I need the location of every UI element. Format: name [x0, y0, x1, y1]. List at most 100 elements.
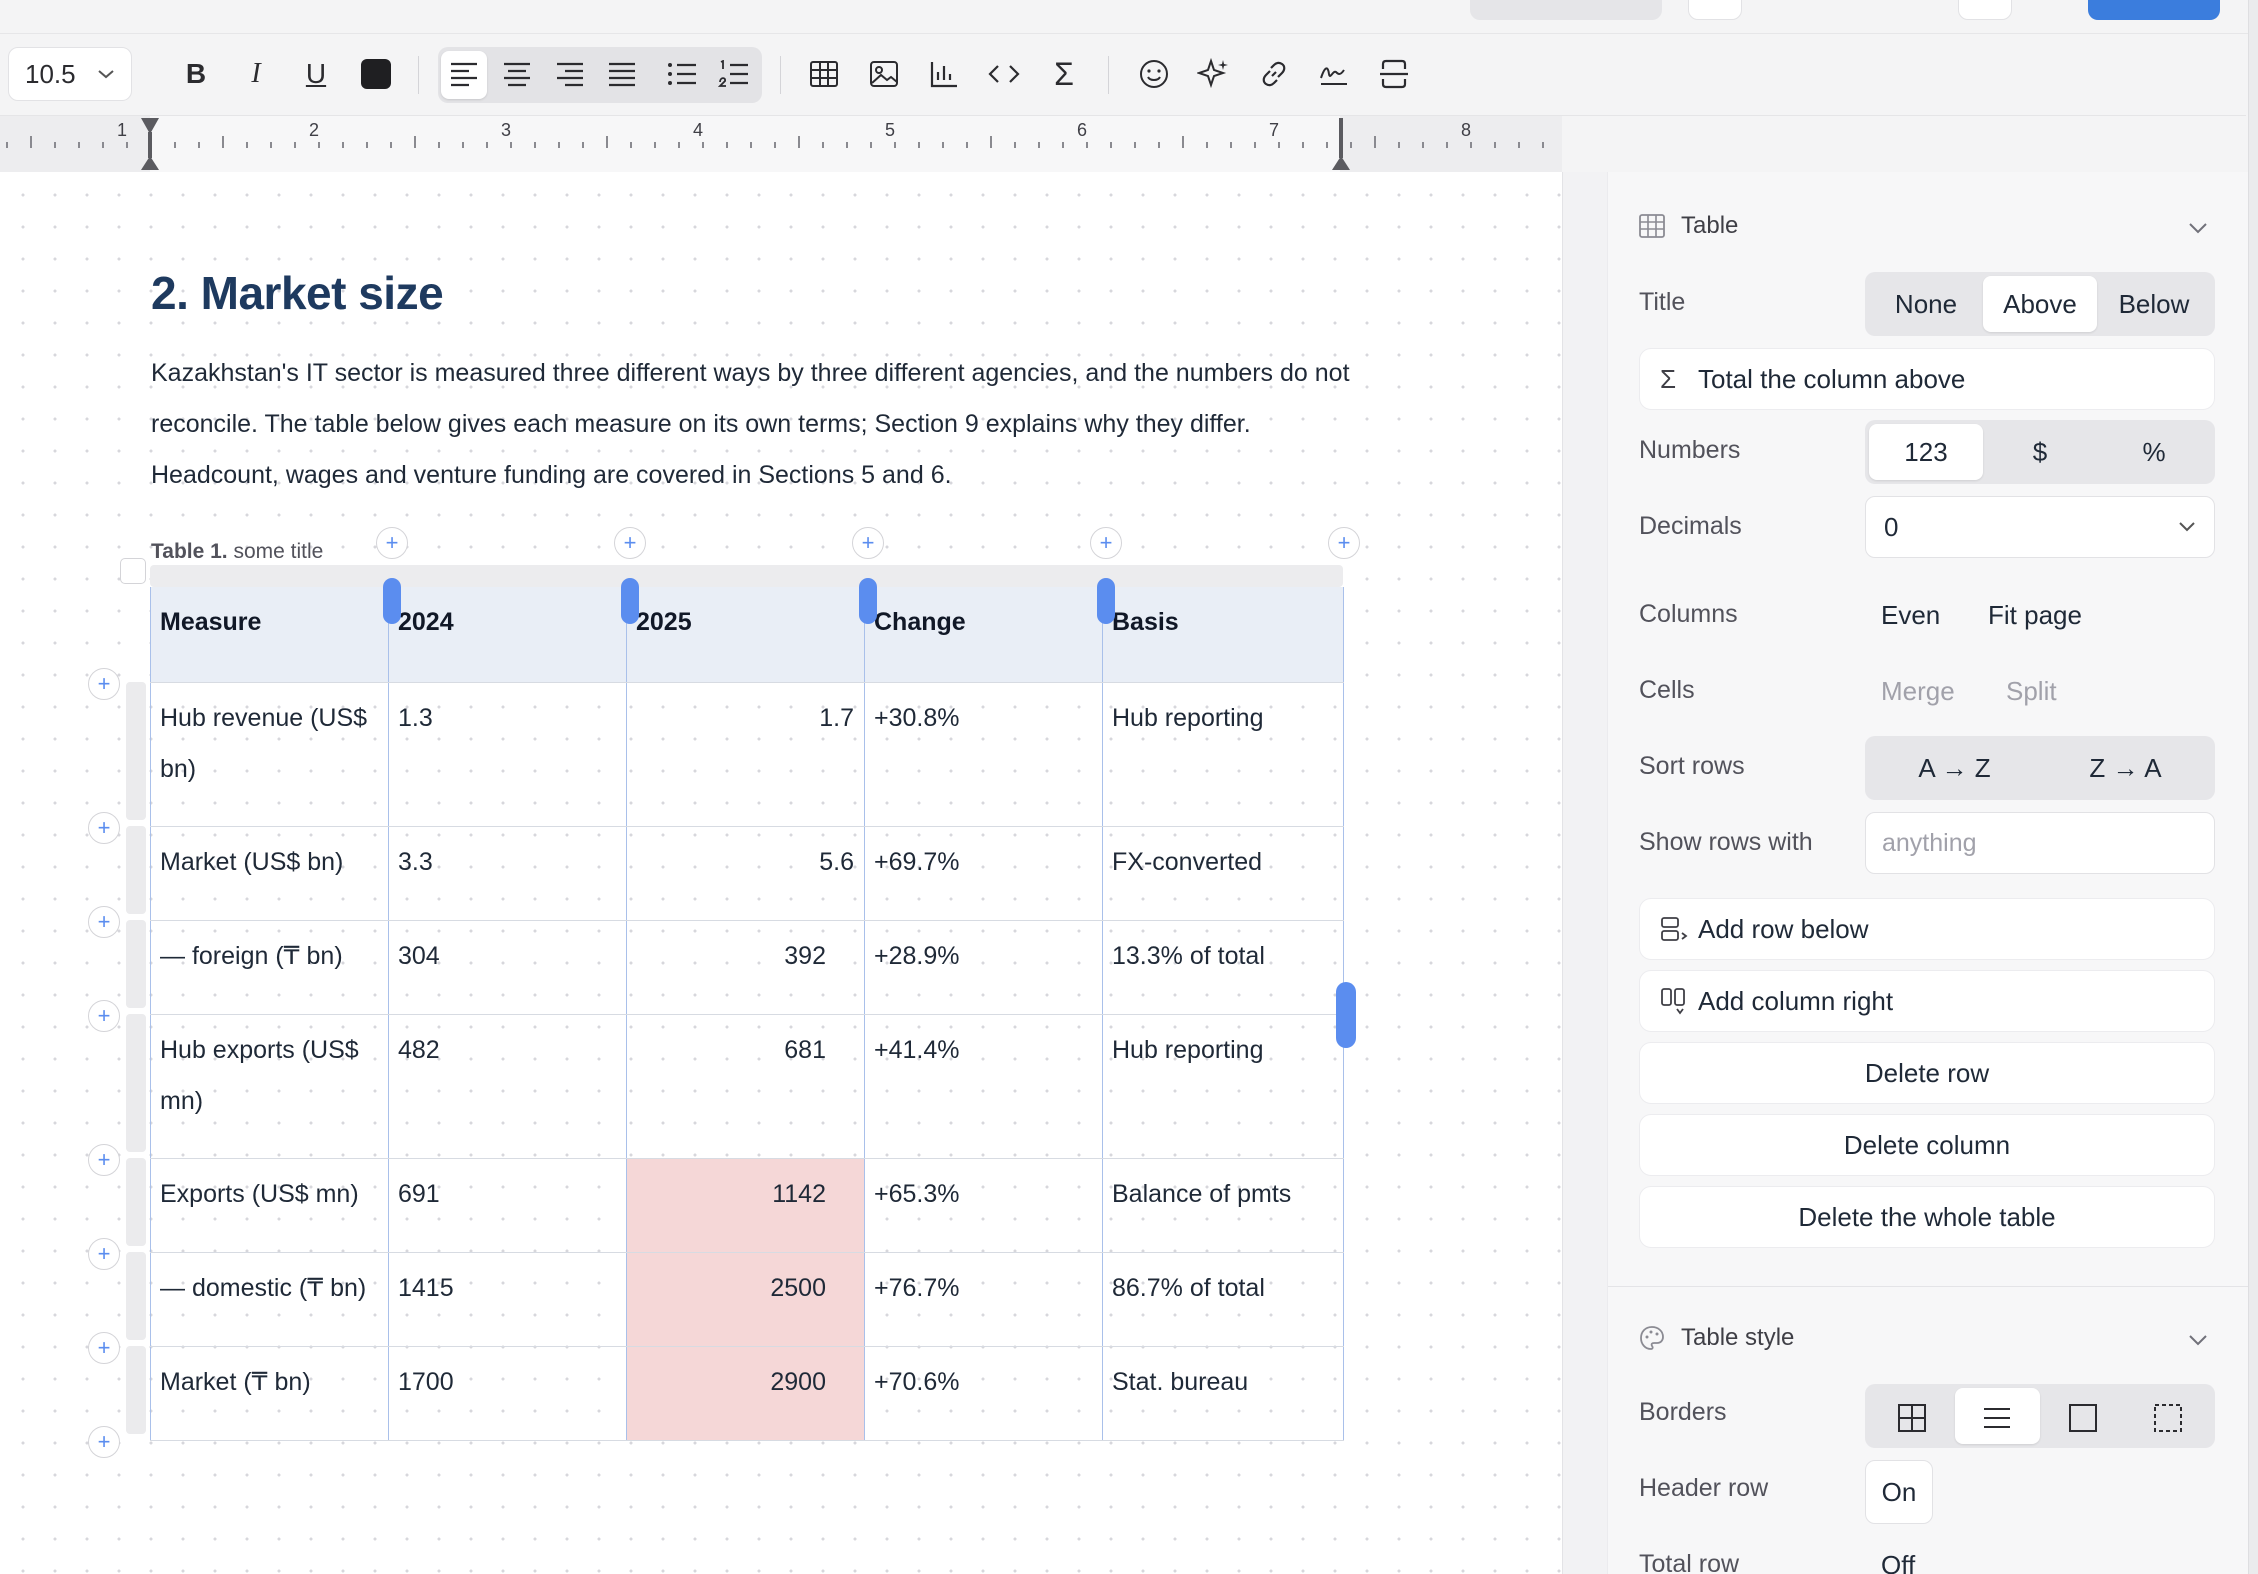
table-cell[interactable]: Stat. bureau [1102, 1346, 1344, 1441]
row-handle[interactable] [126, 682, 146, 820]
table-cell[interactable]: 482 [388, 1014, 627, 1159]
table-cell[interactable]: 1.7 [626, 682, 865, 827]
border-style-toggle[interactable] [1865, 1384, 2215, 1448]
table-cell[interactable]: 304 [388, 920, 627, 1015]
signature-button[interactable] [1308, 48, 1360, 100]
table-cell[interactable]: 681 [626, 1014, 865, 1159]
table-cell-highlighted[interactable]: 1142 [626, 1158, 865, 1253]
numbered-list-button[interactable] [708, 48, 760, 100]
total-row-toggle[interactable]: Off [1881, 1550, 1915, 1574]
no-borders-option[interactable] [2126, 1388, 2212, 1444]
header-cell[interactable]: 2025 [626, 587, 865, 683]
table-cell[interactable]: 13.3% of total [1102, 920, 1344, 1015]
columns-even-button[interactable]: Even [1881, 600, 1940, 631]
table-style-section-header[interactable]: Table style [1639, 1324, 1794, 1352]
insert-link-button[interactable] [1248, 48, 1300, 100]
decimals-select[interactable]: 0 [1865, 496, 2215, 558]
columns-fit-page-button[interactable]: Fit page [1988, 600, 2082, 631]
table-cell[interactable]: 5.6 [626, 826, 865, 921]
delete-row-button[interactable]: Delete row [1639, 1042, 2215, 1104]
table-cell[interactable]: Market (₸ bn) [150, 1346, 389, 1441]
section-heading[interactable]: 2. Market size [151, 266, 444, 320]
window-scrollbar[interactable] [2248, 0, 2258, 1574]
delete-column-button[interactable]: Delete column [1639, 1114, 2215, 1176]
data-table[interactable]: Measure 2024 2025 Change Basis Hub reven… [150, 587, 1344, 1441]
table-cell-highlighted[interactable]: 2500 [626, 1252, 865, 1347]
table-cell[interactable]: 1700 [388, 1346, 627, 1441]
insert-row-plus-icon[interactable]: + [88, 1426, 120, 1458]
table-cell[interactable]: +69.7% [864, 826, 1103, 921]
table-cell[interactable]: +41.4% [864, 1014, 1103, 1159]
horizontal-borders-option[interactable] [1954, 1388, 2040, 1444]
table-cell[interactable]: Hub exports (US$ mn) [150, 1014, 389, 1159]
sort-ascending-button[interactable]: A → Z [1869, 740, 2040, 796]
sort-descending-button[interactable]: Z → A [2040, 740, 2211, 796]
insert-row-plus-icon[interactable]: + [88, 668, 120, 700]
table-cell[interactable]: — foreign (₸ bn) [150, 920, 389, 1015]
table-resize-handle[interactable] [1336, 982, 1356, 1048]
insert-column-plus-icon[interactable]: + [852, 527, 884, 559]
table-cell[interactable]: Exports (US$ mn) [150, 1158, 389, 1253]
column-resize-handle[interactable] [383, 578, 401, 624]
table-cell[interactable]: +28.9% [864, 920, 1103, 1015]
table-caption[interactable]: Table 1. some title [151, 540, 323, 564]
total-column-button[interactable]: Σ Total the column above [1639, 348, 2215, 410]
right-indent-marker-icon[interactable] [1331, 118, 1351, 170]
column-resize-handle[interactable] [859, 578, 877, 624]
table-cell[interactable]: 86.7% of total [1102, 1252, 1344, 1347]
row-handle[interactable] [126, 1346, 146, 1434]
align-left-button[interactable] [438, 48, 490, 100]
justify-button[interactable] [596, 48, 648, 100]
italic-button[interactable]: I [230, 48, 282, 100]
number-percent-option[interactable]: % [2097, 424, 2211, 480]
header-cell[interactable]: Change [864, 587, 1103, 683]
font-size-select[interactable]: 10.5 [8, 47, 132, 101]
table-cell[interactable]: 3.3 [388, 826, 627, 921]
document-canvas[interactable]: 2. Market size Kazakhstan's IT sector is… [0, 172, 1562, 1574]
add-column-right-button[interactable]: Add column right [1639, 970, 2215, 1032]
insert-column-plus-icon[interactable]: + [1328, 527, 1360, 559]
table-cell[interactable]: Hub reporting [1102, 682, 1344, 827]
underline-button[interactable]: U [290, 48, 342, 100]
header-cell[interactable]: 2024 [388, 587, 627, 683]
bold-button[interactable]: B [170, 48, 222, 100]
insert-column-plus-icon[interactable]: + [376, 527, 408, 559]
align-right-button[interactable] [544, 48, 596, 100]
table-cell[interactable]: FX-converted [1102, 826, 1344, 921]
table-select-handle[interactable] [120, 558, 146, 584]
insert-column-plus-icon[interactable]: + [614, 527, 646, 559]
number-plain-option[interactable]: 123 [1869, 424, 1983, 480]
table-cell[interactable]: 1.3 [388, 682, 627, 827]
row-handle[interactable] [126, 1158, 146, 1246]
title-position-toggle[interactable]: None Above Below [1865, 272, 2215, 336]
column-handle-bar[interactable] [150, 565, 1343, 587]
add-row-below-button[interactable]: Add row below [1639, 898, 2215, 960]
ruler[interactable]: 1 2 3 4 5 6 7 8 [0, 116, 1562, 172]
row-handle[interactable] [126, 826, 146, 914]
insert-row-plus-icon[interactable]: + [88, 1000, 120, 1032]
row-handle[interactable] [126, 920, 146, 1008]
text-color-button[interactable] [350, 48, 402, 100]
header-cell[interactable]: Measure [150, 587, 389, 683]
body-paragraph[interactable]: Kazakhstan's IT sector is measured three… [151, 348, 1351, 501]
insert-row-plus-icon[interactable]: + [88, 1238, 120, 1270]
table-section-header[interactable]: Table [1639, 212, 1738, 240]
insert-code-button[interactable] [978, 48, 1030, 100]
number-format-toggle[interactable]: 123 $ % [1865, 420, 2215, 484]
sort-toggle[interactable]: A → Z Z → A [1865, 736, 2215, 800]
outer-border-option[interactable] [2040, 1388, 2126, 1444]
top-bar-control[interactable] [1470, 0, 1662, 20]
row-filter-input[interactable]: anything [1865, 812, 2215, 874]
column-resize-handle[interactable] [1097, 578, 1115, 624]
title-above-option[interactable]: Above [1983, 276, 2097, 332]
number-currency-option[interactable]: $ [1983, 424, 2097, 480]
table-cell[interactable]: Hub reporting [1102, 1014, 1344, 1159]
insert-image-button[interactable] [858, 48, 910, 100]
insert-row-plus-icon[interactable]: + [88, 906, 120, 938]
chevron-down-icon[interactable] [2188, 1334, 2208, 1346]
table-cell[interactable]: +76.7% [864, 1252, 1103, 1347]
top-bar-button[interactable] [1688, 0, 1742, 20]
chevron-down-icon[interactable] [2188, 222, 2208, 234]
split-cells-button[interactable]: Split [2006, 676, 2057, 707]
merge-cells-button[interactable]: Merge [1881, 676, 1955, 707]
